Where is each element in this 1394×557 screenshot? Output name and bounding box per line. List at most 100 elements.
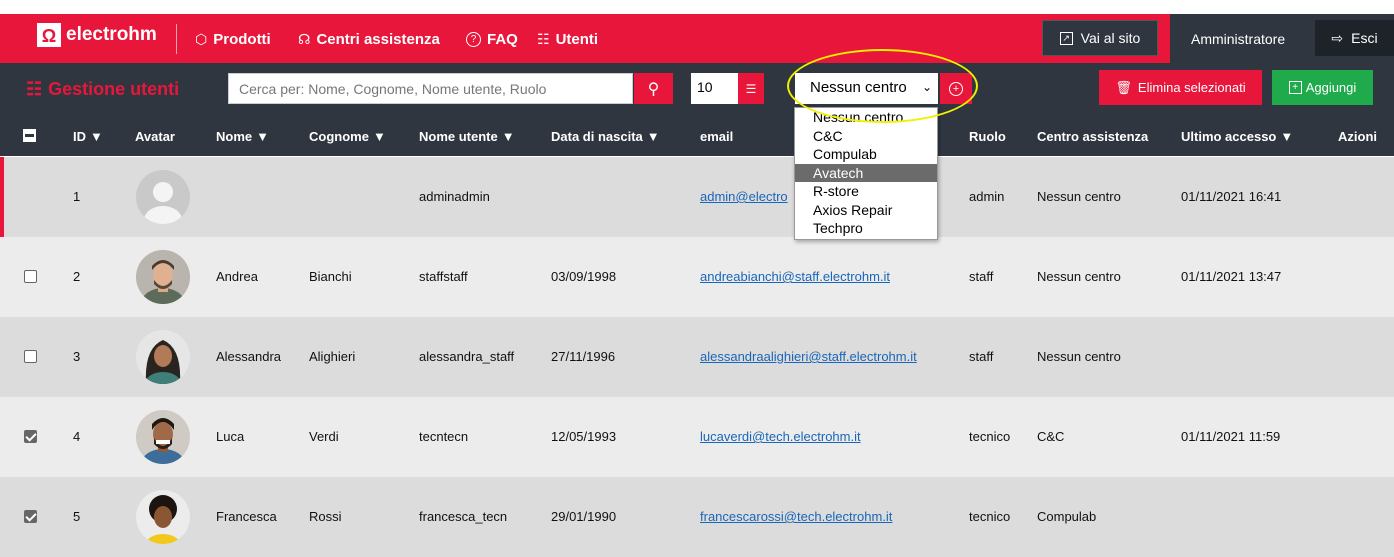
cell-last-access: 01/11/2021 16:41 <box>1181 189 1282 204</box>
highlight-annotation <box>787 49 978 123</box>
dropdown-option-highlighted[interactable]: Avatech <box>795 163 937 182</box>
column-label: Avatar <box>135 129 175 144</box>
per-page-input[interactable]: 10 <box>691 73 738 104</box>
avatar <box>136 250 190 304</box>
filter-icon[interactable]: ▼ <box>502 129 515 144</box>
column-ruolo: Ruolo <box>969 129 1006 144</box>
column-centro: Centro assistenza <box>1037 129 1148 144</box>
avatar <box>136 170 190 224</box>
table-row[interactable]: 4 Luca Verdi tecntecn 12/05/1993 lucaver… <box>0 397 1394 477</box>
table-row[interactable]: 5 Francesca Rossi francesca_tecn 29/01/1… <box>0 477 1394 557</box>
plus-square-icon: + <box>1288 81 1302 94</box>
filter-icon[interactable]: ▼ <box>90 129 103 144</box>
nav-label: FAQ <box>487 31 518 48</box>
center-filter-dropdown: Nessun centro C&C Compulab Avatech R-sto… <box>794 107 938 240</box>
column-label: Nome <box>216 129 253 144</box>
nav-label: Centri assistenza <box>316 31 440 48</box>
row-checkbox[interactable] <box>24 510 37 523</box>
cell-ruolo: tecnico <box>969 509 1011 524</box>
filter-icon[interactable]: ▼ <box>373 129 386 144</box>
column-label: Azioni <box>1338 129 1377 144</box>
visit-site-button[interactable]: ↗ Vai al sito <box>1042 20 1158 56</box>
filter-icon[interactable]: ▼ <box>1280 129 1293 144</box>
table-row[interactable]: 2 Andrea Bianchi staffstaff 03/09/1998 a… <box>0 237 1394 317</box>
nav-item-utenti[interactable]: ☷ Utenti <box>537 31 598 48</box>
cell-email-link[interactable]: lucaverdi@tech.electrohm.it <box>700 429 861 444</box>
search-button[interactable]: ⚲ <box>634 73 673 104</box>
dropdown-option[interactable]: C&C <box>795 127 937 146</box>
per-page-button[interactable]: ☰ <box>738 73 764 104</box>
nav-item-faq[interactable]: ? FAQ <box>466 31 518 48</box>
cell-email-link[interactable]: admin@electro <box>700 189 788 204</box>
page-title-label: Gestione utenti <box>48 79 180 99</box>
nav-item-centri-assistenza[interactable]: ☊ Centri assistenza <box>298 31 440 48</box>
cell-ruolo: tecnico <box>969 429 1011 444</box>
cell-id: 5 <box>73 509 81 524</box>
column-id[interactable]: ID ▼ <box>73 129 103 144</box>
headset-icon: ☊ <box>298 31 311 47</box>
row-checkbox[interactable] <box>24 350 37 363</box>
row-checkbox[interactable] <box>24 430 37 443</box>
cube-icon: ⬡ <box>195 31 208 47</box>
column-nome[interactable]: Nome ▼ <box>216 129 269 144</box>
users-icon: ☷ <box>26 79 43 99</box>
cell-username: tecntecn <box>419 429 469 444</box>
cell-nome: Andrea <box>216 269 258 284</box>
delete-selected-button[interactable]: 🗑 Elimina selezionati <box>1099 70 1262 105</box>
cell-cognome: Rossi <box>309 509 342 524</box>
search-input[interactable] <box>228 73 633 104</box>
table-header: ID ▼ Avatar Nome ▼ Cognome ▼ Nome utente ▼ D… <box>0 116 1394 156</box>
dropdown-option[interactable]: R-store <box>795 182 937 201</box>
cell-birthdate: 27/11/1996 <box>551 349 616 364</box>
cell-username: staffstaff <box>419 269 468 284</box>
nav-item-prodotti[interactable]: ⬡ Prodotti <box>195 31 271 48</box>
users-icon: ☷ <box>537 31 550 47</box>
row-checkbox[interactable] <box>24 270 37 283</box>
dropdown-option[interactable]: Compulab <box>795 145 937 164</box>
delete-selected-label: Elimina selezionati <box>1137 80 1246 95</box>
filter-icon[interactable]: ▼ <box>647 129 660 144</box>
cell-cognome: Alighieri <box>309 349 356 364</box>
table-row[interactable]: 1 adminadmin admin@electro admin Nessun … <box>0 157 1394 237</box>
avatar <box>136 330 190 384</box>
column-label: Cognome <box>309 129 369 144</box>
logout-button[interactable]: ⇨ Esci <box>1315 20 1394 56</box>
logo-icon: Ω <box>37 23 61 47</box>
column-label: Ruolo <box>969 129 1006 144</box>
cell-centro: C&C <box>1037 429 1065 444</box>
cell-email-link[interactable]: alessandraalighieri@staff.electrohm.it <box>700 349 917 364</box>
cell-centro: Nessun centro <box>1037 349 1121 364</box>
column-label: Data di nascita <box>551 129 643 144</box>
cell-email-link[interactable]: andreabianchi@staff.electrohm.it <box>700 269 890 284</box>
cell-last-access: 01/11/2021 13:47 <box>1181 269 1282 284</box>
table-row[interactable]: 3 Alessandra Alighieri alessandra_staff … <box>0 317 1394 397</box>
column-last-access[interactable]: Ultimo accesso ▼ <box>1181 129 1293 144</box>
cell-ruolo: admin <box>969 189 1005 204</box>
select-all-checkbox[interactable] <box>23 129 36 142</box>
column-cognome[interactable]: Cognome ▼ <box>309 129 386 144</box>
add-user-button[interactable]: + Aggiungi <box>1272 70 1373 105</box>
cell-nome: Luca <box>216 429 245 444</box>
current-user-indicator <box>0 157 4 237</box>
filter-icon[interactable]: ▼ <box>256 129 269 144</box>
current-user-label[interactable]: Amministratore <box>1191 31 1285 47</box>
column-birthdate[interactable]: Data di nascita ▼ <box>551 129 660 144</box>
column-actions: Azioni <box>1338 129 1377 144</box>
cell-cognome: Verdi <box>309 429 339 444</box>
question-icon: ? <box>466 32 481 47</box>
nav-label: Prodotti <box>213 31 271 48</box>
dropdown-option[interactable]: Techpro <box>795 219 937 238</box>
cell-cognome: Bianchi <box>309 269 352 284</box>
cell-email-link[interactable]: francescarossi@tech.electrohm.it <box>700 509 892 524</box>
cell-username: adminadmin <box>419 189 490 204</box>
visit-site-label: Vai al sito <box>1080 30 1141 46</box>
cell-username: francesca_tecn <box>419 509 508 524</box>
column-label: Ultimo accesso <box>1181 129 1277 144</box>
cell-username: alessandra_staff <box>419 349 515 364</box>
cell-centro: Nessun centro <box>1037 189 1121 204</box>
brand-logo[interactable]: Ω electrohm <box>37 23 157 47</box>
dropdown-option[interactable]: Axios Repair <box>795 201 937 220</box>
column-email: email <box>700 129 733 144</box>
cell-ruolo: staff <box>969 349 994 364</box>
column-username[interactable]: Nome utente ▼ <box>419 129 515 144</box>
